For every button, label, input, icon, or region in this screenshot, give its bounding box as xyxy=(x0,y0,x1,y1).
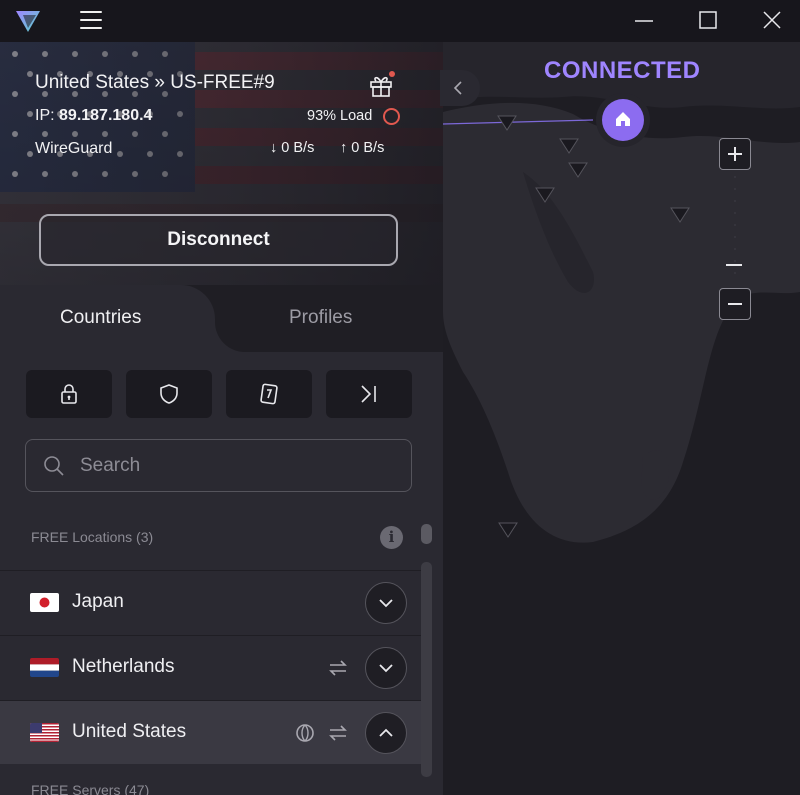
upload-rate: ↑ 0 B/s xyxy=(340,140,384,156)
search-box[interactable] xyxy=(25,439,412,492)
load-indicator-icon xyxy=(383,108,400,125)
server-name: United States » US-FREE#9 xyxy=(35,72,275,93)
filter-p2p-button[interactable] xyxy=(326,370,412,418)
scrollbar-track[interactable] xyxy=(421,562,432,777)
switch-server-icon[interactable] xyxy=(326,721,350,745)
country-name: United States xyxy=(72,721,187,742)
home-button[interactable] xyxy=(602,99,644,141)
expand-button[interactable] xyxy=(365,582,407,624)
country-row-netherlands[interactable]: Netherlands xyxy=(0,635,421,699)
server-load: 93% Load xyxy=(307,108,373,124)
chevron-left-icon xyxy=(453,81,462,95)
ip-address: IP: 89.187.180.4 xyxy=(35,107,152,125)
chevron-down-icon xyxy=(379,599,393,608)
plus-icon xyxy=(728,147,742,161)
filter-streaming-button[interactable] xyxy=(226,370,312,418)
maximize-icon[interactable] xyxy=(690,6,726,34)
search-icon xyxy=(44,456,64,476)
upload-value: 0 B/s xyxy=(351,140,385,156)
protocol-label: WireGuard xyxy=(35,140,113,157)
japan-flag-icon xyxy=(30,593,59,612)
ip-label: IP: xyxy=(35,107,55,124)
lock-icon xyxy=(61,384,77,404)
tab-countries[interactable]: Countries xyxy=(60,307,141,329)
zoom-out-button[interactable] xyxy=(719,288,751,320)
zoom-in-button[interactable] xyxy=(719,138,751,170)
collapse-sidebar-button[interactable] xyxy=(440,70,480,106)
title-bar xyxy=(0,0,800,42)
minimize-icon[interactable] xyxy=(626,6,662,34)
filter-netshield-button[interactable] xyxy=(126,370,212,418)
country-name: Netherlands xyxy=(72,656,175,677)
expand-button[interactable] xyxy=(365,647,407,689)
tor-onion-icon[interactable] xyxy=(293,721,317,745)
home-icon xyxy=(616,112,630,126)
disconnect-button[interactable]: Disconnect xyxy=(39,214,398,266)
arrow-up-icon: ↑ xyxy=(340,140,348,156)
download-value: 0 B/s xyxy=(281,140,315,156)
chevron-down-icon xyxy=(379,664,393,673)
notification-dot xyxy=(389,71,395,77)
arrow-down-icon: ↓ xyxy=(270,140,278,156)
switch-server-icon[interactable] xyxy=(326,656,350,680)
hamburger-icon[interactable] xyxy=(80,11,102,31)
scrollbar-thumb[interactable] xyxy=(421,524,432,544)
protonvpn-logo-icon xyxy=(16,11,40,32)
us-flag-icon xyxy=(30,723,59,742)
tor-onion-icon xyxy=(260,383,278,405)
collapse-button[interactable] xyxy=(365,712,407,754)
download-rate: ↓ 0 B/s xyxy=(270,140,314,156)
tab-curve xyxy=(215,318,245,352)
zoom-level-indicator[interactable] xyxy=(726,264,742,266)
ip-value: 89.187.180.4 xyxy=(59,107,153,124)
shield-icon xyxy=(160,384,178,404)
netherlands-flag-icon xyxy=(30,658,59,677)
country-row-japan[interactable]: Japan xyxy=(0,570,421,634)
free-servers-label: FREE Servers (47) xyxy=(31,782,150,795)
country-row-united-states[interactable]: United States xyxy=(0,700,421,764)
sidebar-panel: United States » US-FREE#9 IP: 89.187.180… xyxy=(0,42,443,795)
free-locations-label: FREE Locations (3) xyxy=(31,529,154,545)
search-input[interactable] xyxy=(80,452,400,480)
tab-profiles[interactable]: Profiles xyxy=(289,307,352,329)
close-icon[interactable] xyxy=(754,6,790,34)
info-icon[interactable]: i xyxy=(380,526,403,549)
chevron-up-icon xyxy=(379,728,393,737)
connection-status: CONNECTED xyxy=(544,57,701,84)
filter-secure-core-button[interactable] xyxy=(26,370,112,418)
p2p-arrow-icon xyxy=(361,385,376,403)
minus-icon xyxy=(728,303,742,305)
country-name: Japan xyxy=(72,591,124,612)
